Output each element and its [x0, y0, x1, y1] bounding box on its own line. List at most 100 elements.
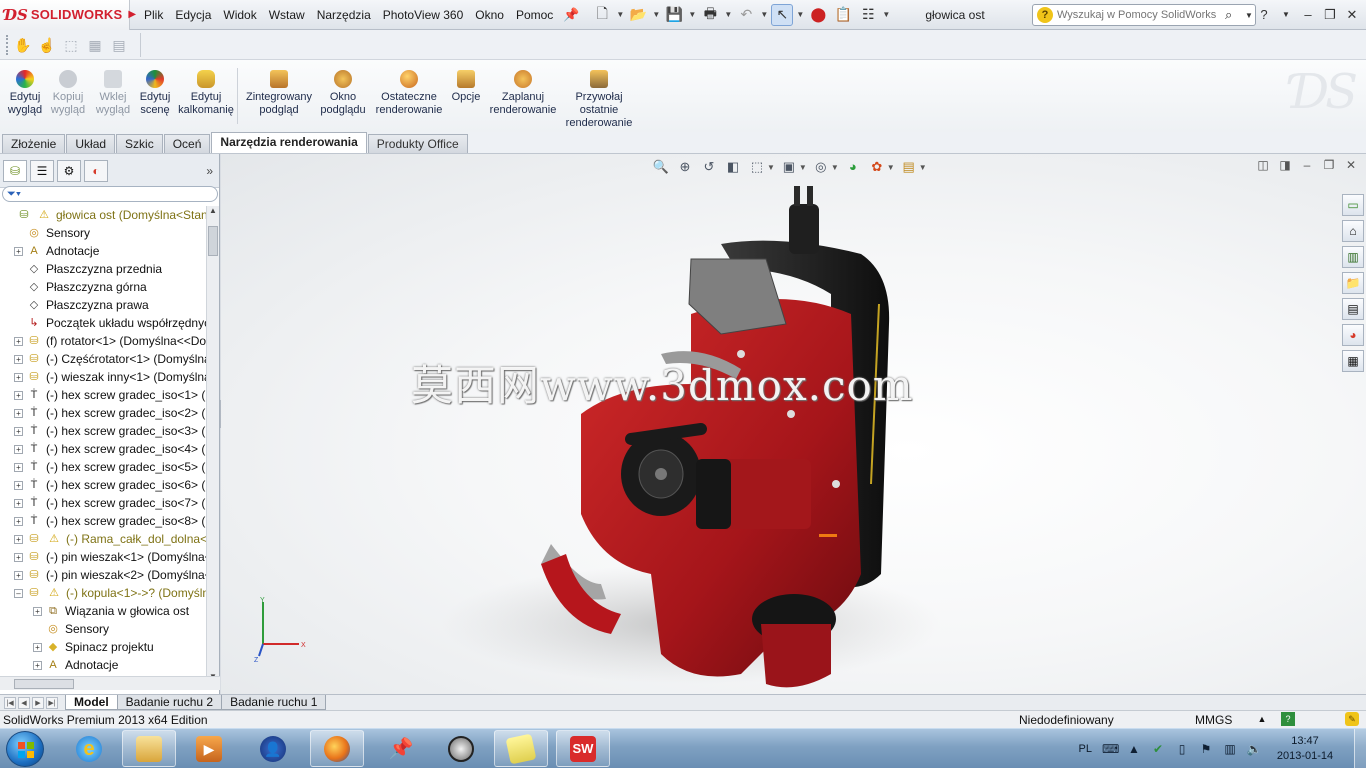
tree-node[interactable]: + Ṫ (-) hex screw gradec_iso<8> (IS	[14, 512, 206, 530]
expand-node-icon[interactable]: +	[14, 408, 23, 418]
solidworks-logo[interactable]: ƊS SOLIDWORKS ▶	[0, 0, 136, 30]
expand-node-icon[interactable]: +	[14, 516, 23, 526]
options-dropdown-icon[interactable]: ▼	[882, 10, 890, 19]
custom-properties-icon[interactable]: ▦	[1342, 350, 1364, 372]
save-icon[interactable]: 💾	[663, 4, 685, 26]
tree-node[interactable]: + Ṫ (-) hex screw gradec_iso<4> (IS	[14, 440, 206, 458]
menu-insert[interactable]: Wstaw	[263, 0, 311, 30]
new-document-icon[interactable]: 🗋	[591, 4, 613, 26]
configuration-manager-tab-icon[interactable]: ⚙	[57, 159, 81, 182]
edit-decal-button[interactable]: Edytuj kalkomanię	[178, 70, 234, 117]
taskbar-user-app[interactable]: 👤	[246, 730, 300, 767]
schedule-render-button[interactable]: Zaplanuj renderowanie	[487, 70, 559, 117]
tree-node[interactable]: + Ṫ (-) hex screw gradec_iso<5> (IS	[14, 458, 206, 476]
design-library-icon[interactable]: ▥	[1342, 246, 1364, 268]
expand-node-icon[interactable]: +	[33, 642, 42, 652]
file-properties-icon[interactable]: 📋	[832, 4, 854, 26]
taskbar-solidworks[interactable]: SW	[556, 730, 610, 767]
tab-assembly[interactable]: Złożenie	[2, 134, 66, 153]
tree-node[interactable]: + A Adnotacje	[14, 242, 99, 260]
tree-node[interactable]: + Ṫ (-) hex screw gradec_iso<1> (IS	[14, 386, 206, 404]
tab-model[interactable]: Model	[65, 695, 118, 710]
undo-icon[interactable]: ↶	[735, 4, 757, 26]
taskbar-clock-app[interactable]	[434, 730, 488, 767]
display-manager-tab-icon[interactable]: ◐	[84, 159, 108, 182]
new-dropdown-icon[interactable]: ▼	[616, 10, 624, 19]
render-options-button[interactable]: Opcje	[448, 70, 484, 104]
rebuild-traffic-light-icon[interactable]: ⬤	[807, 4, 829, 26]
tree-node[interactable]: + Ṫ (-) hex screw gradec_iso<3> (IS	[14, 422, 206, 440]
menu-edit[interactable]: Edycja	[169, 0, 217, 30]
tree-node[interactable]: + ◆ Spinacz projektu	[33, 638, 154, 656]
scroll-thumb[interactable]	[208, 226, 218, 256]
3d-model-render[interactable]	[221, 154, 1366, 694]
tab-sketch[interactable]: Szkic	[116, 134, 163, 153]
tree-vertical-scrollbar[interactable]: ▲ ▼	[206, 206, 219, 684]
restore-icon[interactable]: ❐	[1320, 5, 1340, 25]
pattern-icon[interactable]: ▦	[84, 34, 106, 56]
options-toolbar-icon[interactable]: ☷	[857, 4, 879, 26]
close-icon[interactable]: ✕	[1342, 5, 1362, 25]
help-search-box[interactable]: ? ⌕ ▼	[1032, 4, 1256, 26]
expand-panel-icon[interactable]: »	[206, 164, 213, 178]
show-desktop-button[interactable]	[1354, 729, 1366, 768]
expand-node-icon[interactable]: +	[14, 462, 23, 472]
taskbar-firefox[interactable]	[310, 730, 364, 767]
final-render-button[interactable]: Ostateczne renderowanie	[372, 70, 446, 117]
expand-node-icon[interactable]: +	[14, 480, 23, 490]
property-manager-tab-icon[interactable]: ☰	[30, 159, 54, 182]
menu-photoview[interactable]: PhotoView 360	[377, 0, 470, 30]
help-icon[interactable]: ?	[1254, 5, 1274, 25]
quick-help-icon[interactable]: ?	[1281, 712, 1295, 726]
tree-node[interactable]: + ⛁ (f) rotator<1> (Domyślna<<Do	[14, 332, 206, 350]
volume-icon[interactable]: 🔈	[1246, 741, 1262, 757]
expand-node-icon[interactable]: +	[14, 552, 23, 562]
taskbar-file-explorer[interactable]	[122, 730, 176, 767]
collapse-node-icon[interactable]: –	[14, 588, 23, 598]
toolbar-grip[interactable]	[6, 34, 10, 55]
component-icon[interactable]: ⬚	[60, 34, 82, 56]
expand-node-icon[interactable]: +	[33, 606, 42, 616]
copy-appearance-button[interactable]: Kopiuj wygląd	[48, 70, 88, 117]
expand-node-icon[interactable]: +	[14, 372, 23, 382]
next-tab-icon[interactable]: ▶	[32, 696, 44, 709]
expand-node-icon[interactable]: +	[14, 570, 23, 580]
recall-last-render-button[interactable]: Przywołaj ostatnie renderowanie	[563, 70, 635, 130]
menu-help[interactable]: Pomoc	[510, 0, 559, 30]
paste-appearance-button[interactable]: Wklej wygląd	[94, 70, 132, 117]
tab-motion-study-1[interactable]: Badanie ruchu 1	[221, 695, 327, 710]
pan-tool-icon[interactable]: ☝	[36, 34, 58, 56]
device-icon[interactable]: ▯	[1174, 741, 1190, 757]
undo-dropdown-icon[interactable]: ▼	[760, 10, 768, 19]
horizontal-scroll-thumb[interactable]	[14, 679, 74, 689]
tree-horizontal-scrollbar[interactable]	[0, 676, 220, 690]
minimize-icon[interactable]: –	[1298, 5, 1318, 25]
expand-node-icon[interactable]: +	[14, 246, 23, 256]
units-dropdown-icon[interactable]: ▲	[1255, 712, 1269, 726]
expand-node-icon[interactable]: +	[14, 336, 23, 346]
rebuild-status-icon[interactable]: ✎	[1345, 712, 1359, 726]
expand-node-icon[interactable]: +	[14, 534, 23, 544]
security-icon[interactable]: ✔	[1150, 741, 1166, 757]
pin-menu-icon[interactable]: 📌	[563, 7, 579, 23]
integrated-preview-button[interactable]: Zintegrowany podgląd	[243, 70, 315, 117]
menu-view[interactable]: Widok	[217, 0, 262, 30]
expand-node-icon[interactable]: +	[14, 444, 23, 454]
last-tab-icon[interactable]: ▶|	[46, 696, 58, 709]
tree-node[interactable]: + ⛁ (-) pin wieszak<2> (Domyślna<	[14, 566, 206, 584]
tree-node[interactable]: + ⧉ Wiązania w głowica ost	[33, 602, 189, 620]
view-palette-icon[interactable]: ▤	[1342, 298, 1364, 320]
tab-layout[interactable]: Układ	[66, 134, 116, 153]
file-explorer-pane-icon[interactable]: 📁	[1342, 272, 1364, 294]
network-icon[interactable]: ▥	[1222, 741, 1238, 757]
edit-appearance-button[interactable]: Edytuj wygląd	[4, 70, 46, 117]
previous-tab-icon[interactable]: ◀	[18, 696, 30, 709]
tab-evaluate[interactable]: Oceń	[163, 134, 211, 153]
save-dropdown-icon[interactable]: ▼	[688, 10, 696, 19]
select-dropdown-icon[interactable]: ▼	[796, 10, 804, 19]
help-dropdown-icon[interactable]: ▼	[1276, 5, 1296, 25]
first-tab-icon[interactable]: |◀	[4, 696, 16, 709]
expand-node-icon[interactable]: +	[14, 354, 23, 364]
tree-node[interactable]: + Ṫ (-) hex screw gradec_iso<2> (IS	[14, 404, 206, 422]
unit-system[interactable]: MMGS	[1195, 713, 1232, 727]
